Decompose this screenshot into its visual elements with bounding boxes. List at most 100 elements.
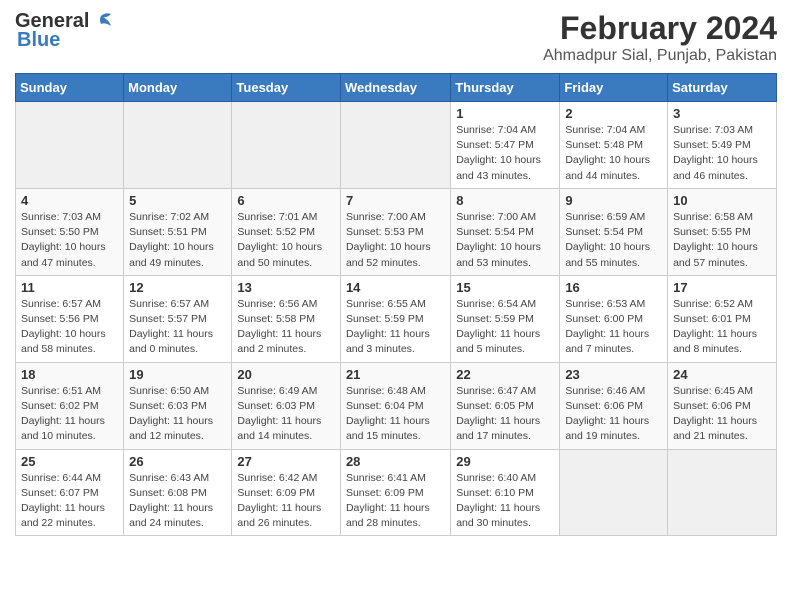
calendar-cell: 23 Sunrise: 6:46 AM Sunset: 6:06 PM Dayli… (560, 362, 668, 449)
day-info: Sunrise: 6:51 AM Sunset: 6:02 PM Dayligh… (21, 384, 118, 445)
weekday-header-row: SundayMondayTuesdayWednesdayThursdayFrid… (16, 74, 777, 102)
calendar-cell (16, 102, 124, 189)
day-number: 23 (565, 367, 662, 382)
calendar-cell: 13 Sunrise: 6:56 AM Sunset: 5:58 PM Dayli… (232, 275, 341, 362)
day-number: 28 (346, 454, 445, 469)
page-header: General Blue February 2024 Ahmadpur Sial… (15, 10, 777, 65)
weekday-header-tuesday: Tuesday (232, 74, 341, 102)
calendar-cell: 1 Sunrise: 7:04 AM Sunset: 5:47 PM Daylig… (451, 102, 560, 189)
day-info: Sunrise: 6:52 AM Sunset: 6:01 PM Dayligh… (673, 297, 771, 358)
day-number: 24 (673, 367, 771, 382)
calendar-cell: 21 Sunrise: 6:48 AM Sunset: 6:04 PM Dayli… (340, 362, 450, 449)
calendar-cell: 26 Sunrise: 6:43 AM Sunset: 6:08 PM Dayli… (124, 449, 232, 536)
day-info: Sunrise: 6:54 AM Sunset: 5:59 PM Dayligh… (456, 297, 554, 358)
day-number: 19 (129, 367, 226, 382)
day-number: 7 (346, 193, 445, 208)
logo: General Blue (15, 10, 113, 52)
day-number: 21 (346, 367, 445, 382)
calendar-cell: 24 Sunrise: 6:45 AM Sunset: 6:06 PM Dayli… (668, 362, 777, 449)
weekday-header-saturday: Saturday (668, 74, 777, 102)
calendar-table: SundayMondayTuesdayWednesdayThursdayFrid… (15, 73, 777, 536)
day-number: 26 (129, 454, 226, 469)
calendar-cell (232, 102, 341, 189)
calendar-cell: 27 Sunrise: 6:42 AM Sunset: 6:09 PM Dayli… (232, 449, 341, 536)
day-info: Sunrise: 7:01 AM Sunset: 5:52 PM Dayligh… (237, 210, 335, 271)
calendar-cell: 2 Sunrise: 7:04 AM Sunset: 5:48 PM Daylig… (560, 102, 668, 189)
day-info: Sunrise: 6:41 AM Sunset: 6:09 PM Dayligh… (346, 471, 445, 532)
day-info: Sunrise: 6:59 AM Sunset: 5:54 PM Dayligh… (565, 210, 662, 271)
calendar-cell: 6 Sunrise: 7:01 AM Sunset: 5:52 PM Daylig… (232, 188, 341, 275)
calendar-cell (668, 449, 777, 536)
calendar-week-row: 1 Sunrise: 7:04 AM Sunset: 5:47 PM Daylig… (16, 102, 777, 189)
calendar-cell (124, 102, 232, 189)
calendar-cell: 28 Sunrise: 6:41 AM Sunset: 6:09 PM Dayli… (340, 449, 450, 536)
day-info: Sunrise: 6:50 AM Sunset: 6:03 PM Dayligh… (129, 384, 226, 445)
day-info: Sunrise: 7:04 AM Sunset: 5:48 PM Dayligh… (565, 123, 662, 184)
day-number: 6 (237, 193, 335, 208)
calendar-cell: 22 Sunrise: 6:47 AM Sunset: 6:05 PM Dayli… (451, 362, 560, 449)
day-info: Sunrise: 7:03 AM Sunset: 5:50 PM Dayligh… (21, 210, 118, 271)
day-info: Sunrise: 6:55 AM Sunset: 5:59 PM Dayligh… (346, 297, 445, 358)
calendar-cell: 17 Sunrise: 6:52 AM Sunset: 6:01 PM Dayli… (668, 275, 777, 362)
day-number: 3 (673, 106, 771, 121)
calendar-cell: 18 Sunrise: 6:51 AM Sunset: 6:02 PM Dayli… (16, 362, 124, 449)
day-number: 13 (237, 280, 335, 295)
day-info: Sunrise: 6:46 AM Sunset: 6:06 PM Dayligh… (565, 384, 662, 445)
day-info: Sunrise: 7:03 AM Sunset: 5:49 PM Dayligh… (673, 123, 771, 184)
calendar-week-row: 11 Sunrise: 6:57 AM Sunset: 5:56 PM Dayli… (16, 275, 777, 362)
weekday-header-thursday: Thursday (451, 74, 560, 102)
day-info: Sunrise: 6:40 AM Sunset: 6:10 PM Dayligh… (456, 471, 554, 532)
calendar-cell: 5 Sunrise: 7:02 AM Sunset: 5:51 PM Daylig… (124, 188, 232, 275)
month-year-title: February 2024 (543, 10, 777, 47)
day-info: Sunrise: 6:57 AM Sunset: 5:56 PM Dayligh… (21, 297, 118, 358)
day-number: 20 (237, 367, 335, 382)
day-number: 22 (456, 367, 554, 382)
calendar-cell (340, 102, 450, 189)
day-number: 16 (565, 280, 662, 295)
calendar-cell: 4Sunrise: 7:03 AM Sunset: 5:50 PM Daylig… (16, 188, 124, 275)
day-info: Sunrise: 6:42 AM Sunset: 6:09 PM Dayligh… (237, 471, 335, 532)
day-number: 17 (673, 280, 771, 295)
calendar-cell: 12Sunrise: 6:57 AM Sunset: 5:57 PM Dayli… (124, 275, 232, 362)
day-info: Sunrise: 6:48 AM Sunset: 6:04 PM Dayligh… (346, 384, 445, 445)
day-info: Sunrise: 6:44 AM Sunset: 6:07 PM Dayligh… (21, 471, 118, 532)
day-info: Sunrise: 7:04 AM Sunset: 5:47 PM Dayligh… (456, 123, 554, 184)
day-number: 1 (456, 106, 554, 121)
day-number: 27 (237, 454, 335, 469)
calendar-week-row: 25 Sunrise: 6:44 AM Sunset: 6:07 PM Dayli… (16, 449, 777, 536)
day-number: 10 (673, 193, 771, 208)
day-number: 14 (346, 280, 445, 295)
calendar-cell: 7Sunrise: 7:00 AM Sunset: 5:53 PM Daylig… (340, 188, 450, 275)
weekday-header-wednesday: Wednesday (340, 74, 450, 102)
location-subtitle: Ahmadpur Sial, Punjab, Pakistan (543, 47, 777, 65)
day-number: 25 (21, 454, 118, 469)
day-info: Sunrise: 6:43 AM Sunset: 6:08 PM Dayligh… (129, 471, 226, 532)
day-number: 9 (565, 193, 662, 208)
day-info: Sunrise: 6:56 AM Sunset: 5:58 PM Dayligh… (237, 297, 335, 358)
calendar-cell: 19 Sunrise: 6:50 AM Sunset: 6:03 PM Dayli… (124, 362, 232, 449)
day-info: Sunrise: 6:49 AM Sunset: 6:03 PM Dayligh… (237, 384, 335, 445)
calendar-body: 1 Sunrise: 7:04 AM Sunset: 5:47 PM Daylig… (16, 102, 777, 536)
calendar-cell: 10 Sunrise: 6:58 AM Sunset: 5:55 PM Dayli… (668, 188, 777, 275)
day-number: 12 (129, 280, 226, 295)
logo-bird-icon (91, 12, 113, 32)
calendar-cell: 16Sunrise: 6:53 AM Sunset: 6:00 PM Dayli… (560, 275, 668, 362)
logo-blue-text: Blue (17, 29, 60, 52)
calendar-cell: 9 Sunrise: 6:59 AM Sunset: 5:54 PM Daylig… (560, 188, 668, 275)
calendar-cell: 11 Sunrise: 6:57 AM Sunset: 5:56 PM Dayli… (16, 275, 124, 362)
day-info: Sunrise: 6:47 AM Sunset: 6:05 PM Dayligh… (456, 384, 554, 445)
day-number: 15 (456, 280, 554, 295)
day-info: Sunrise: 7:02 AM Sunset: 5:51 PM Dayligh… (129, 210, 226, 271)
calendar-cell: 25 Sunrise: 6:44 AM Sunset: 6:07 PM Dayli… (16, 449, 124, 536)
day-number: 18 (21, 367, 118, 382)
calendar-week-row: 4Sunrise: 7:03 AM Sunset: 5:50 PM Daylig… (16, 188, 777, 275)
day-info: Sunrise: 6:58 AM Sunset: 5:55 PM Dayligh… (673, 210, 771, 271)
day-number: 11 (21, 280, 118, 295)
day-info: Sunrise: 6:45 AM Sunset: 6:06 PM Dayligh… (673, 384, 771, 445)
day-number: 2 (565, 106, 662, 121)
calendar-cell: 20 Sunrise: 6:49 AM Sunset: 6:03 PM Dayli… (232, 362, 341, 449)
day-number: 5 (129, 193, 226, 208)
calendar-cell (560, 449, 668, 536)
calendar-cell: 8Sunrise: 7:00 AM Sunset: 5:54 PM Daylig… (451, 188, 560, 275)
day-number: 8 (456, 193, 554, 208)
